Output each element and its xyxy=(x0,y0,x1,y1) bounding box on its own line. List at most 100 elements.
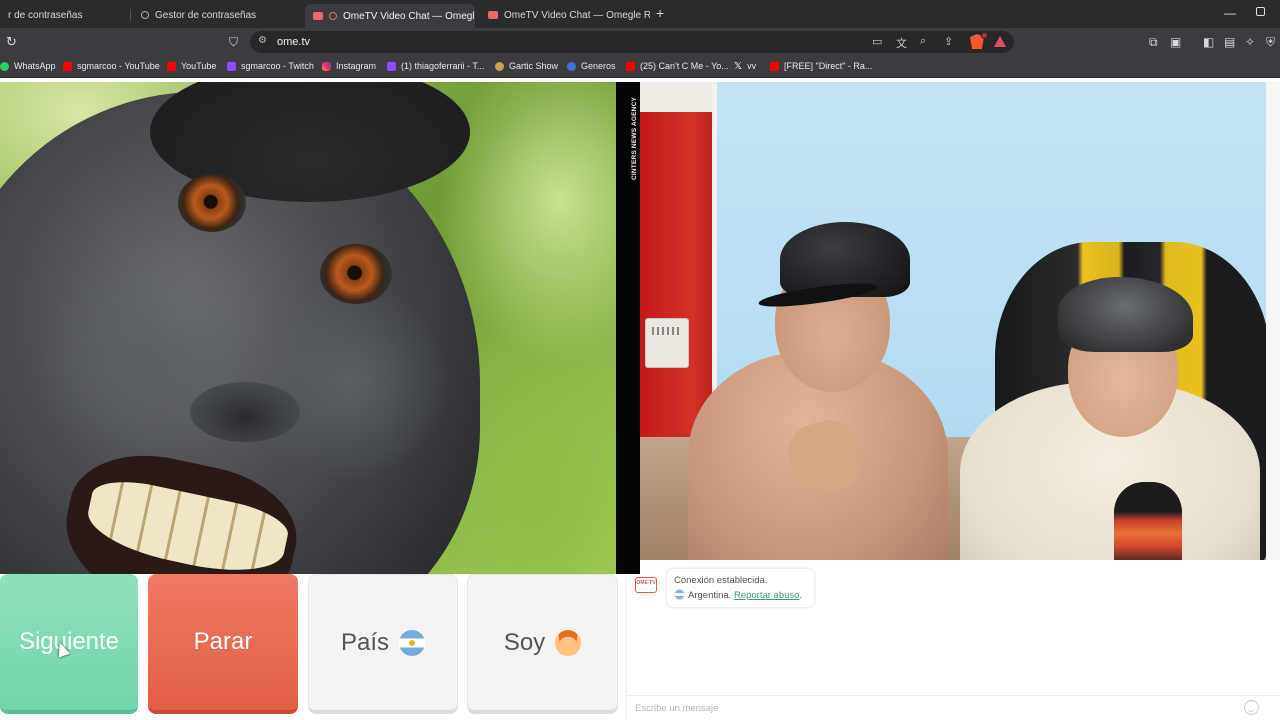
instagram-icon xyxy=(322,61,331,71)
bookmark-vv[interactable]: 𝕏vv xyxy=(734,61,756,71)
tab-password-manager-2[interactable]: Gestor de contraseñas xyxy=(133,4,298,26)
bookmark-cant-c-me[interactable]: (25) Can't C Me - Yo... xyxy=(626,61,729,71)
ometv-page: CINTERS NEWS AGENCY Siguiente Parar País… xyxy=(0,79,1280,720)
country-button-label: País xyxy=(340,628,390,656)
x-icon: 𝕏 xyxy=(734,60,743,72)
bookmark-youtube[interactable]: YouTube xyxy=(167,61,216,71)
bookmark-generos[interactable]: Generos xyxy=(567,61,616,71)
report-suffix: . xyxy=(799,590,803,601)
bookmark-thiagoferrarii[interactable]: (1) thiagoferrarii - T... xyxy=(387,61,484,71)
media-icon[interactable]: ▣ xyxy=(1170,35,1181,49)
leo-ai-icon[interactable]: ✧ xyxy=(1245,35,1255,49)
sidebar-icon[interactable]: ◧ xyxy=(1203,35,1214,49)
argentina-flag-icon xyxy=(399,629,426,656)
monkey-eye-left xyxy=(178,174,246,232)
system-message: Conexión establecida. Argentina. Reporta… xyxy=(667,569,814,607)
boy-emoji-icon xyxy=(555,629,582,656)
tab-title: Gestor de contraseñas xyxy=(155,9,257,21)
wallet-icon[interactable]: ▤ xyxy=(1224,35,1235,49)
stop-button-label: Parar xyxy=(193,628,253,655)
tab-password-manager-1[interactable]: r de contraseñas xyxy=(0,4,128,26)
zoom-icon[interactable]: ⌕ xyxy=(920,35,926,48)
browser-toolbar: ↻ ⛉ ⚙ ome.tv ▭ 文 ⌕ ⇪ ⧉ ▣ ◧ ▤ ✧ ⛨ xyxy=(0,28,1280,56)
bookmark-label: [FREE] "Direct" - Ra... xyxy=(784,61,873,71)
tab-separator xyxy=(130,9,131,21)
message-input[interactable] xyxy=(635,700,1235,716)
vpn-icon[interactable]: ⛨ xyxy=(1266,35,1275,49)
gartic-icon xyxy=(495,61,504,71)
chat-input-area xyxy=(627,695,1280,720)
key-icon xyxy=(141,11,149,19)
partner-country: Argentina. xyxy=(688,590,732,601)
bookmark-label: WhatsApp xyxy=(14,61,56,71)
next-button[interactable]: Siguiente xyxy=(0,574,138,714)
bookmark-sgmarcoo-twitch[interactable]: sgmarcoo - Twitch xyxy=(227,61,314,71)
argentina-flag-icon xyxy=(674,589,685,600)
site-settings-icon[interactable]: ⚙ xyxy=(258,35,267,46)
translate-icon[interactable]: 文 xyxy=(896,35,907,51)
country-button[interactable]: País xyxy=(308,574,458,714)
stop-button[interactable]: Parar xyxy=(148,574,298,714)
ometv-logo-icon: OME TV xyxy=(635,577,657,593)
monkey-nose xyxy=(190,382,300,442)
youtube-icon xyxy=(167,61,176,71)
cast-icon[interactable]: ▭ xyxy=(872,35,882,48)
youtube-icon xyxy=(770,61,779,71)
bookmark-label: vv xyxy=(747,61,757,71)
ometv-favicon-icon xyxy=(488,11,498,19)
gender-button-label: Soy xyxy=(503,628,546,656)
bookmark-icon[interactable]: ⛉ xyxy=(229,35,238,49)
bookmark-instagram[interactable]: Instagram xyxy=(322,61,376,71)
report-abuse-link[interactable]: Reportar abuso xyxy=(734,590,799,601)
minimize-icon[interactable]: — xyxy=(1224,6,1236,20)
monkey-teeth xyxy=(81,473,293,574)
new-tab-icon[interactable]: + xyxy=(656,6,664,20)
youtube-icon xyxy=(626,61,635,71)
monkey-cheek xyxy=(250,282,450,482)
shields-badge-icon xyxy=(981,32,988,39)
bookmark-label: (25) Can't C Me - Yo... xyxy=(640,61,729,71)
globe-icon xyxy=(567,61,576,71)
address-bar[interactable]: ⚙ ome.tv ▭ 文 ⌕ ⇪ xyxy=(250,31,1014,53)
bookmark-label: (1) thiagoferrarii - T... xyxy=(401,61,485,71)
url-text[interactable]: ome.tv xyxy=(277,36,310,48)
monkey-eye-right xyxy=(320,244,392,304)
maximize-icon[interactable] xyxy=(1256,7,1265,16)
bookmark-free-direct[interactable]: [FREE] "Direct" - Ra... xyxy=(770,61,872,71)
tab-ometv-2[interactable]: OmeTV Video Chat — Omegle Rand xyxy=(480,4,650,26)
wall-heater xyxy=(645,318,689,368)
bookmark-sgmarcoo-youtube[interactable]: sgmarcoo - YouTube xyxy=(63,61,160,71)
ometv-favicon-icon xyxy=(313,12,323,20)
share-icon[interactable]: ⇪ xyxy=(944,35,953,48)
tab-title: OmeTV Video Chat — Omegl xyxy=(343,10,475,22)
red-wall xyxy=(640,112,715,442)
bookmarks-bar: WhatsApp sgmarcoo - YouTube YouTube sgma… xyxy=(0,56,1280,78)
partner-country-line: Argentina. Reportar abuso. xyxy=(674,588,807,603)
bookmark-label: sgmarcoo - Twitch xyxy=(241,61,314,71)
bookmark-label: sgmarcoo - YouTube xyxy=(77,61,160,71)
tab-strip: r de contraseñas Gestor de contraseñas O… xyxy=(0,0,1280,28)
bookmark-label: Generos xyxy=(581,61,616,71)
reload-icon[interactable]: ↻ xyxy=(6,35,17,49)
tab-title: OmeTV Video Chat — Omegle Rand xyxy=(504,9,650,21)
twitch-icon xyxy=(227,61,236,71)
ceiling xyxy=(640,82,712,114)
tab-ometv-active[interactable]: OmeTV Video Chat — Omegl ✕ xyxy=(305,4,475,28)
bookmark-label: YouTube xyxy=(181,61,217,71)
chat-panel: OME TV Conexión establecida. Argentina. … xyxy=(626,569,1280,720)
remote-video xyxy=(640,82,1266,560)
gender-button[interactable]: Soy xyxy=(467,574,618,714)
bookmark-gartic-show[interactable]: Gartic Show xyxy=(495,61,558,71)
bookmark-label: Instagram xyxy=(336,61,377,71)
extensions-icon[interactable]: ⧉ xyxy=(1149,35,1158,49)
youtube-icon xyxy=(63,61,72,71)
brave-rewards-icon[interactable] xyxy=(994,36,1006,47)
twitch-icon xyxy=(387,61,396,71)
connection-status: Conexión establecida. xyxy=(674,575,768,586)
page-right-edge xyxy=(1266,82,1280,560)
tab-title: r de contraseñas xyxy=(8,9,83,21)
bookmark-whatsapp[interactable]: WhatsApp xyxy=(0,61,56,71)
emoji-icon[interactable] xyxy=(1244,700,1259,715)
bookmark-label: Gartic Show xyxy=(509,61,559,71)
whatsapp-icon xyxy=(0,61,9,71)
